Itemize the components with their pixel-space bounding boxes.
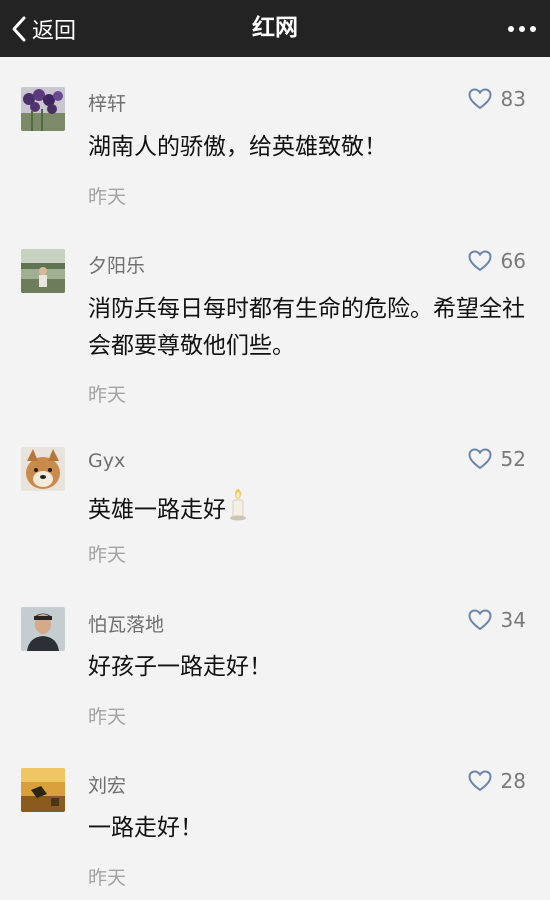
more-options-button[interactable] (508, 0, 536, 57)
like-button[interactable]: 34 (468, 608, 526, 632)
more-dot-icon (530, 25, 536, 32)
sunset-scene-avatar[interactable] (21, 768, 65, 812)
top-navigation-bar: 返回 红网 (0, 0, 550, 57)
back-label: 返回 (32, 18, 77, 44)
chevron-left-icon (12, 16, 26, 41)
comment-time: 昨天 (88, 384, 127, 406)
heart-icon (468, 609, 492, 631)
like-count: 83 (500, 87, 526, 111)
comment-text-row: 英雄一路走好 (88, 489, 528, 529)
outdoor-person-avatar[interactable] (21, 249, 65, 293)
comment-username[interactable]: Gyx (88, 450, 125, 472)
like-count: 66 (500, 249, 526, 273)
page-title: 红网 (252, 15, 298, 41)
comment-text: 好孩子一路走好！ (88, 654, 272, 680)
comment-time: 昨天 (88, 544, 127, 566)
comment-text: 湖南人的骄傲，给英雄致敬！ (88, 134, 387, 160)
more-dot-icon (508, 25, 514, 32)
comment-time: 昨天 (88, 186, 127, 208)
like-button[interactable]: 66 (468, 249, 526, 273)
comment-text: 消防兵每日每时都有生命的危险。希望全社会都要尊敬他们些。 (88, 296, 525, 359)
shiba-dog-avatar[interactable] (21, 447, 65, 491)
back-button[interactable]: 返回 (10, 0, 76, 57)
man-portrait-avatar[interactable] (21, 607, 65, 651)
comment-time: 昨天 (88, 867, 127, 889)
comment-username[interactable]: 刘宏 (88, 771, 126, 798)
comment-username[interactable]: 怕瓦落地 (88, 610, 164, 637)
like-count: 52 (500, 447, 526, 471)
comment-username[interactable]: 梓轩 (88, 89, 126, 116)
like-button[interactable]: 52 (468, 447, 526, 471)
comment-text: 英雄一路走好 (88, 497, 226, 523)
like-count: 28 (500, 769, 526, 793)
comment-text: 一路走好！ (88, 815, 203, 841)
heart-icon (468, 88, 492, 110)
comment-time: 昨天 (88, 706, 127, 728)
more-dot-icon (519, 25, 525, 32)
like-count: 34 (500, 608, 526, 632)
candle-icon (230, 489, 246, 521)
purple-flowers-avatar[interactable] (21, 87, 65, 131)
heart-icon (468, 770, 492, 792)
comment-username[interactable]: 夕阳乐 (88, 251, 145, 278)
heart-icon (468, 448, 492, 470)
heart-icon (468, 250, 492, 272)
like-button[interactable]: 83 (468, 87, 526, 111)
like-button[interactable]: 28 (468, 769, 526, 793)
